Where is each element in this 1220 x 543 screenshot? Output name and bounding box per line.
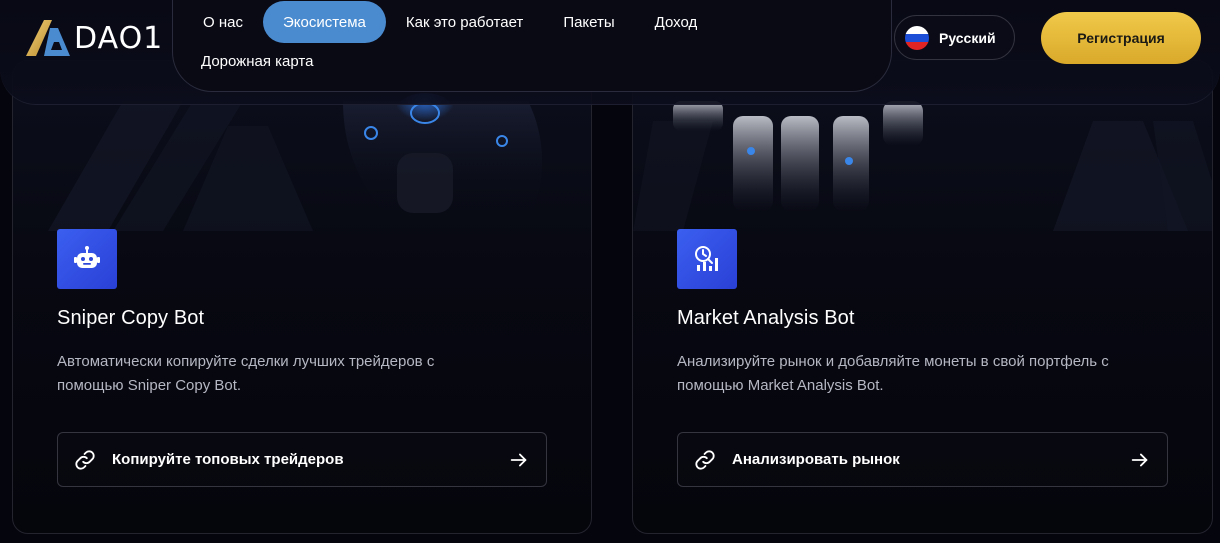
arrow-right-icon bbox=[510, 453, 527, 466]
button-label: Копируйте топовых трейдеров bbox=[112, 451, 344, 468]
link-icon bbox=[75, 449, 95, 470]
nav-item-about[interactable]: О нас bbox=[183, 1, 263, 43]
card-description: Автоматически копируйте сделки лучших тр… bbox=[57, 353, 435, 394]
russia-flag-icon bbox=[905, 25, 929, 50]
nav-item-how-it-works[interactable]: Как это работает bbox=[386, 1, 543, 43]
main-nav: О нас Экосистема Как это работает Пакеты… bbox=[172, 0, 892, 92]
arrow-right-icon bbox=[1131, 453, 1148, 466]
language-selector[interactable]: Русский bbox=[894, 15, 1015, 60]
site-header: DAO1 О нас Экосистема Как это работает П… bbox=[0, 0, 1220, 105]
bot-card-market-analysis: Market Analysis Bot Анализируйте рынок и… bbox=[632, 60, 1213, 534]
nav-item-ecosystem[interactable]: Экосистема bbox=[262, 1, 386, 43]
nav-item-roadmap[interactable]: Дорожная карта bbox=[201, 49, 313, 73]
nav-item-income[interactable]: Доход bbox=[635, 1, 718, 43]
card-title: Market Analysis Bot bbox=[677, 307, 855, 329]
robot-icon bbox=[57, 229, 117, 289]
analyze-market-button[interactable]: Анализировать рынок bbox=[677, 432, 1168, 487]
analytics-icon bbox=[677, 229, 737, 289]
copy-top-traders-button[interactable]: Копируйте топовых трейдеров bbox=[57, 432, 547, 487]
card-description: Анализируйте рынок и добавляйте монеты в… bbox=[677, 353, 1109, 394]
logo[interactable]: DAO1 bbox=[24, 18, 163, 58]
dao1-logo-icon bbox=[26, 20, 70, 56]
nav-item-packages[interactable]: Пакеты bbox=[543, 1, 634, 43]
bot-card-sniper: Sniper Copy Bot Автоматически копируйте … bbox=[12, 60, 592, 534]
register-button[interactable]: Регистрация bbox=[1041, 12, 1201, 64]
link-icon bbox=[695, 449, 715, 470]
card-title: Sniper Copy Bot bbox=[57, 307, 205, 329]
language-label: Русский bbox=[939, 29, 996, 46]
logo-text: DAO1 bbox=[74, 20, 164, 56]
button-label: Анализировать рынок bbox=[732, 451, 900, 468]
